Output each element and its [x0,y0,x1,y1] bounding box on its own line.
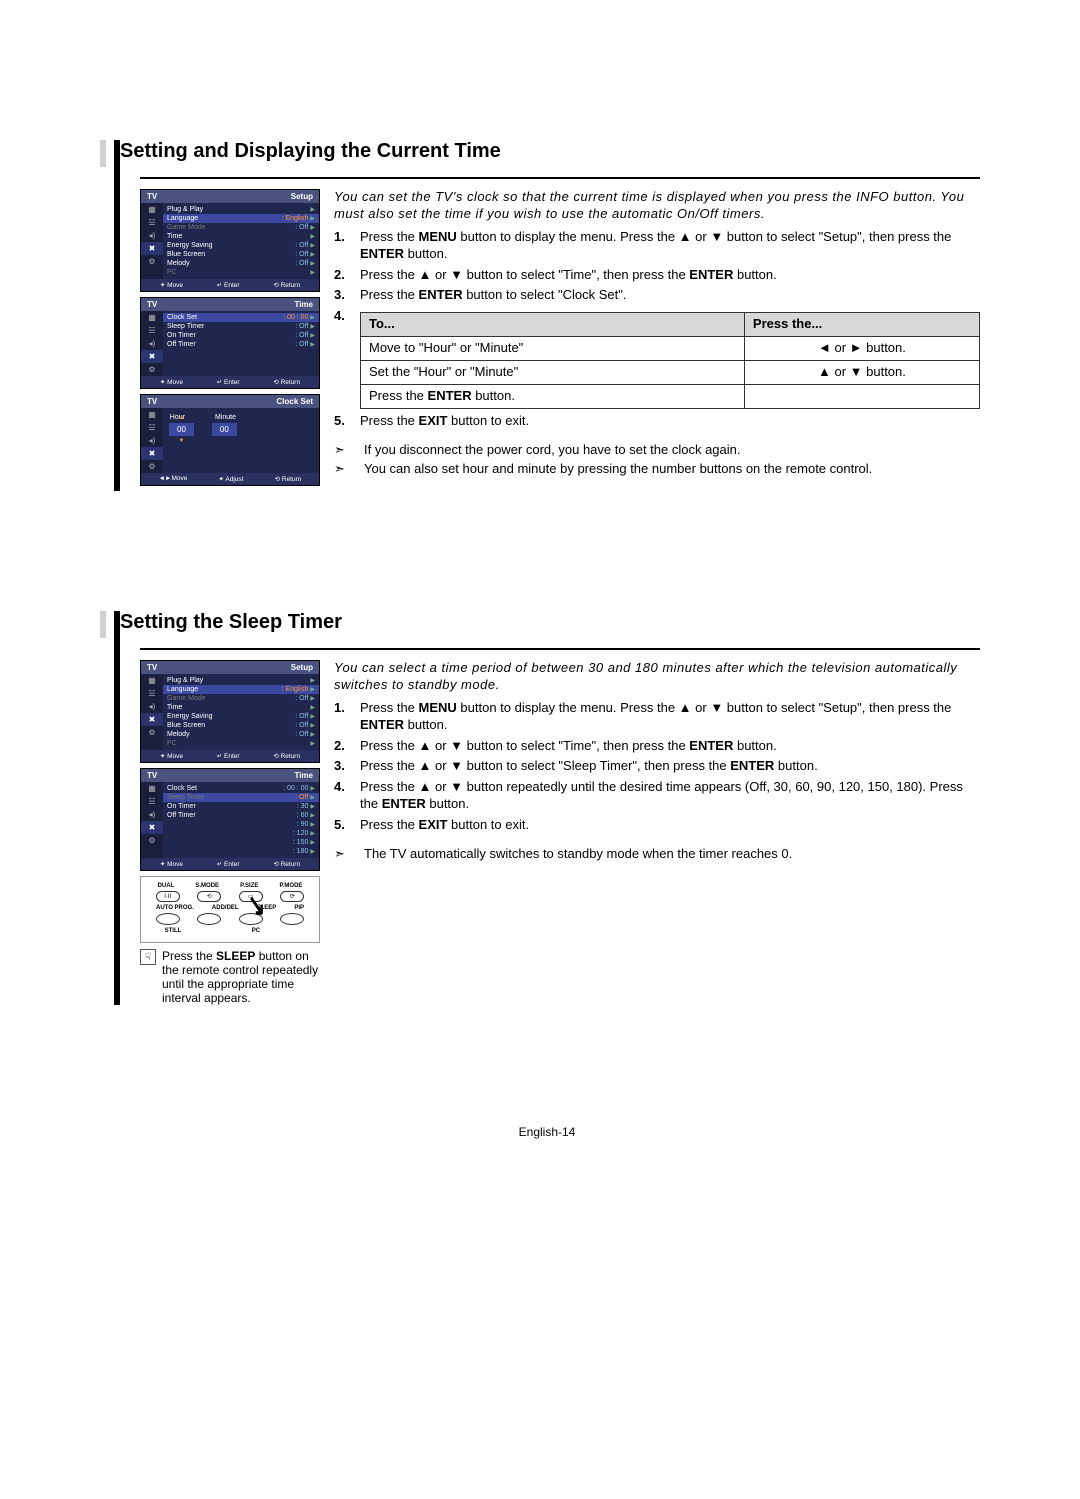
sleep-button-highlight: ↘ [239,913,263,925]
right-column: You can select a time period of between … [334,660,980,1005]
section-title: Setting the Sleep Timer [100,611,980,638]
section-title: Setting and Displaying the Current Time [100,140,980,167]
step-number: 3. [334,758,360,775]
menu-icon: ⚙ [141,460,163,473]
note-arrow-icon: ➣ [334,442,360,459]
menu-row: : 180▶ [163,847,319,856]
menu-row: Plug & Play▶ [163,676,319,685]
intro-text: You can set the TV's clock so that the c… [334,189,980,223]
menu-row: Language: English▶ [163,214,319,223]
tv-menu-setup: TVSetup ▦☱◂)✖⚙ Plug & Play▶Language: Eng… [140,660,320,763]
menu-row: Time▶ [163,703,319,712]
left-column: TVSetup ▦☱◂)✖⚙ Plug & Play▶Language: Eng… [140,660,320,1005]
menu-row: PC▶ [163,268,319,277]
menu-row: Clock Set: 00 : 00▶ [163,784,319,793]
step-number: 3. [334,287,360,304]
step: 3. Press the ▲ or ▼ button to select "Sl… [334,758,980,775]
instruction-table: To...Press the... Move to "Hour" or "Min… [360,312,980,409]
note-arrow-icon: ➣ [334,461,360,478]
menu-icon: ☱ [141,324,163,337]
menu-icon-selected: ✖ [141,447,163,460]
menu-row: : 120▶ [163,829,319,838]
rule [140,177,980,179]
menu-icon: ☱ [141,421,163,434]
menu-row: On Timer: 30▶ [163,802,319,811]
menu-icon: ◂) [141,434,163,447]
step-number: 4. [334,308,360,409]
content-row: TVSetup ▦☱◂)✖⚙ Plug & Play▶Language: Eng… [140,660,980,1005]
menu-icon-selected: ✖ [141,350,163,363]
left-column: TVSetup ▦ ☱ ◂) ✖ ⚙ Plug & Play▶Language:… [140,189,320,491]
content-row: TVSetup ▦ ☱ ◂) ✖ ⚙ Plug & Play▶Language:… [140,189,980,491]
step-number: 5. [334,817,360,834]
menu-icon: ◂) [141,337,163,350]
note: ➣The TV automatically switches to standb… [334,846,980,863]
menu-icon: ◂) [141,229,163,242]
menu-row: Off Timer: 60▶ [163,811,319,820]
menu-row: Sleep Timer: Off▶ [163,793,319,802]
step-number: 2. [334,267,360,284]
menu-row: : 90▶ [163,820,319,829]
menu-icon: ⚙ [141,255,163,268]
menu-row: Blue Screen: Off▶ [163,721,319,730]
rule [140,648,980,650]
minute-value: 00 [212,423,237,436]
menu-row: : 150▶ [163,838,319,847]
menu-icon: ▦ [141,408,163,421]
step: 3. Press the ENTER button to select "Clo… [334,287,980,304]
step-number: 1. [334,229,360,263]
right-column: You can set the TV's clock so that the c… [334,189,980,491]
menu-icon-selected: ✖ [141,242,163,255]
step-number: 2. [334,738,360,755]
menu-row: Energy Saving: Off▶ [163,712,319,721]
menu-row: Time▶ [163,232,319,241]
menu-icon: ▦ [141,311,163,324]
menu-icon: ▦ [141,203,163,216]
step-number: 1. [334,700,360,734]
tv-menu-time: TVTime ▦ ☱ ◂) ✖ ⚙ Clock Set: 00 : 00▶Sle… [140,297,320,389]
step: 5. Press the EXIT button to exit. [334,817,980,834]
page-number: English-14 [114,1125,980,1139]
menu-row: On Timer: Off▶ [163,331,319,340]
hour-value: 00 [169,423,194,436]
menu-row: PC▶ [163,739,319,748]
step: 1. Press the MENU button to display the … [334,229,980,263]
intro-text: You can select a time period of between … [334,660,980,694]
remote-diagram: DUALS.MODEP.SIZEP.MODE I·II⟲▭⟳ AUTO PROG… [140,876,320,943]
step-number: 4. [334,779,360,813]
step-number: 5. [334,413,360,430]
section-setting-time: Setting and Displaying the Current Time … [114,140,980,491]
menu-row: Melody: Off▶ [163,259,319,268]
menu-row: Clock Set: 00 : 00▶ [163,313,319,322]
hand-icon: ☟ [140,949,156,965]
note: ➣You can also set hour and minute by pre… [334,461,980,478]
tv-menu-setup: TVSetup ▦ ☱ ◂) ✖ ⚙ Plug & Play▶Language:… [140,189,320,292]
menu-row: Plug & Play▶ [163,205,319,214]
menu-row: Game Mode: Off▶ [163,223,319,232]
remote-tip: ☟ Press the SLEEP button on the remote c… [140,949,320,1005]
note: ➣If you disconnect the power cord, you h… [334,442,980,459]
menu-icon: ☱ [141,216,163,229]
note-arrow-icon: ➣ [334,846,360,863]
menu-row: Energy Saving: Off▶ [163,241,319,250]
menu-row: Game Mode: Off▶ [163,694,319,703]
section-sleep-timer: Setting the Sleep Timer TVSetup ▦☱◂)✖⚙ P… [114,611,980,1005]
menu-row: Melody: Off▶ [163,730,319,739]
menu-icon: ⚙ [141,363,163,376]
tv-menu-sleep: TVTime ▦☱◂)✖⚙ Clock Set: 00 : 00▶Sleep T… [140,768,320,871]
step: 2. Press the ▲ or ▼ button to select "Ti… [334,738,980,755]
step: 2. Press the ▲ or ▼ button to select "Ti… [334,267,980,284]
step: 1. Press the MENU button to display the … [334,700,980,734]
tv-menu-clockset: TVClock Set ▦ ☱ ◂) ✖ ⚙ HourMinute 00 00 [140,394,320,486]
menu-row: Blue Screen: Off▶ [163,250,319,259]
menu-row: Off Timer: Off▶ [163,340,319,349]
menu-row: Language: English▶ [163,685,319,694]
menu-row: Sleep Timer: Off▶ [163,322,319,331]
step: 4. Press the ▲ or ▼ button repeatedly un… [334,779,980,813]
